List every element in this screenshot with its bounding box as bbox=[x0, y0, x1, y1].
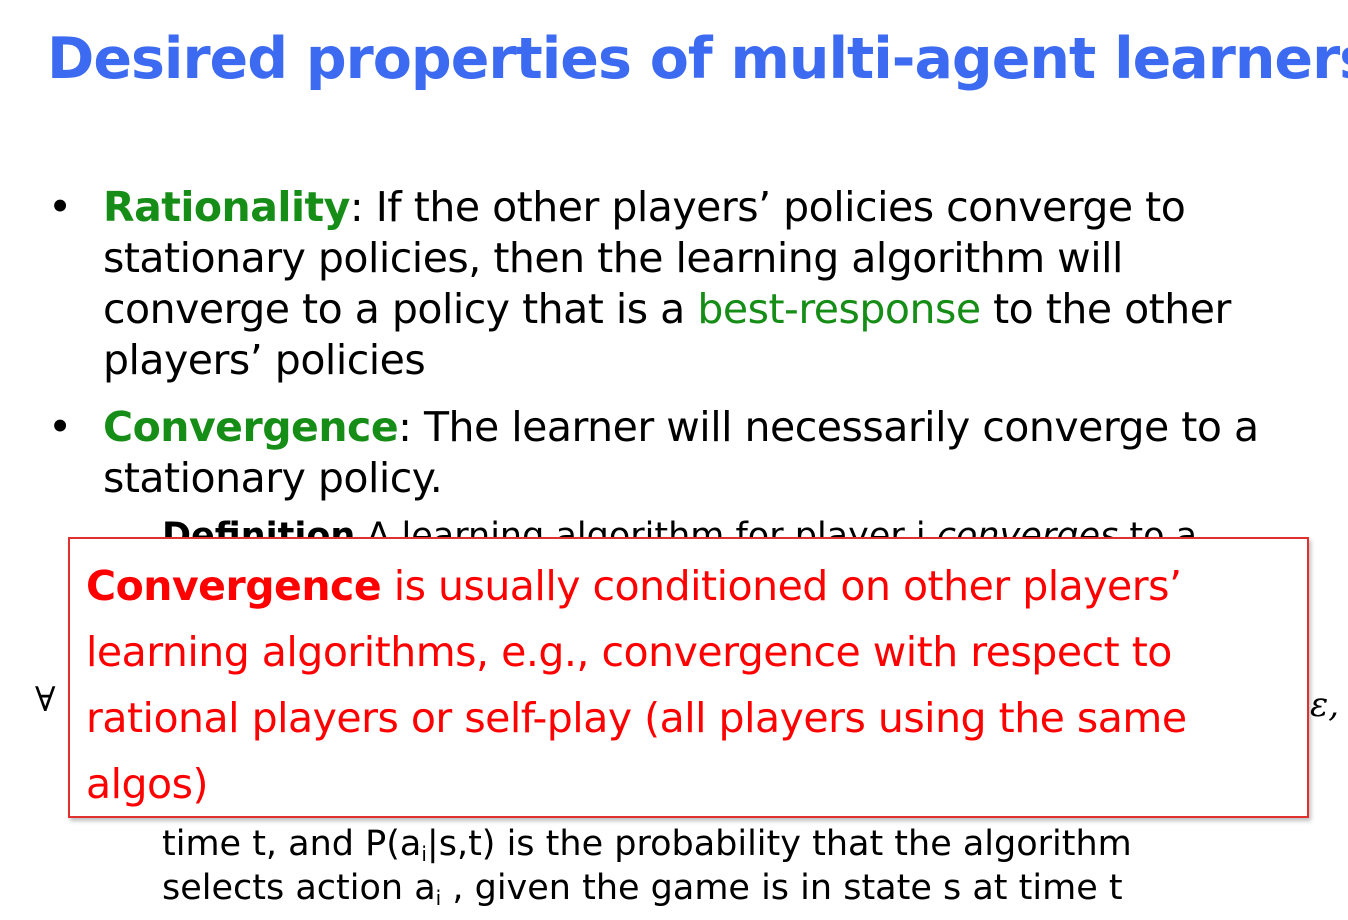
convergence-callout-box: Convergence is usually conditioned on ot… bbox=[68, 537, 1309, 818]
callout-text: Convergence is usually conditioned on ot… bbox=[86, 553, 1307, 817]
text-part: selects action a bbox=[162, 868, 436, 908]
definition-line: Definition A learning algorithm for play… bbox=[162, 514, 1197, 537]
definition-tail: to a bbox=[1118, 516, 1198, 537]
definition-clip: Definition A learning algorithm for play… bbox=[0, 0, 1348, 537]
text-part: time t, and P(a bbox=[162, 824, 422, 864]
text-part: , given the game is in state s at time t bbox=[441, 868, 1123, 908]
definition-line-action: selects action ai , given the game is in… bbox=[162, 866, 1123, 920]
definition-italic: converges bbox=[936, 516, 1119, 537]
epsilon-symbol: ε, bbox=[1310, 685, 1340, 725]
text-part: |s,t) is the probability that the algori… bbox=[426, 824, 1132, 864]
slide: Desired properties of multi-agent learne… bbox=[0, 0, 1348, 918]
definition-label: Definition bbox=[162, 516, 356, 537]
callout-bold-term: Convergence bbox=[86, 562, 382, 610]
definition-text: A learning algorithm for player i bbox=[355, 516, 937, 537]
forall-symbol: ∀ bbox=[35, 680, 56, 720]
